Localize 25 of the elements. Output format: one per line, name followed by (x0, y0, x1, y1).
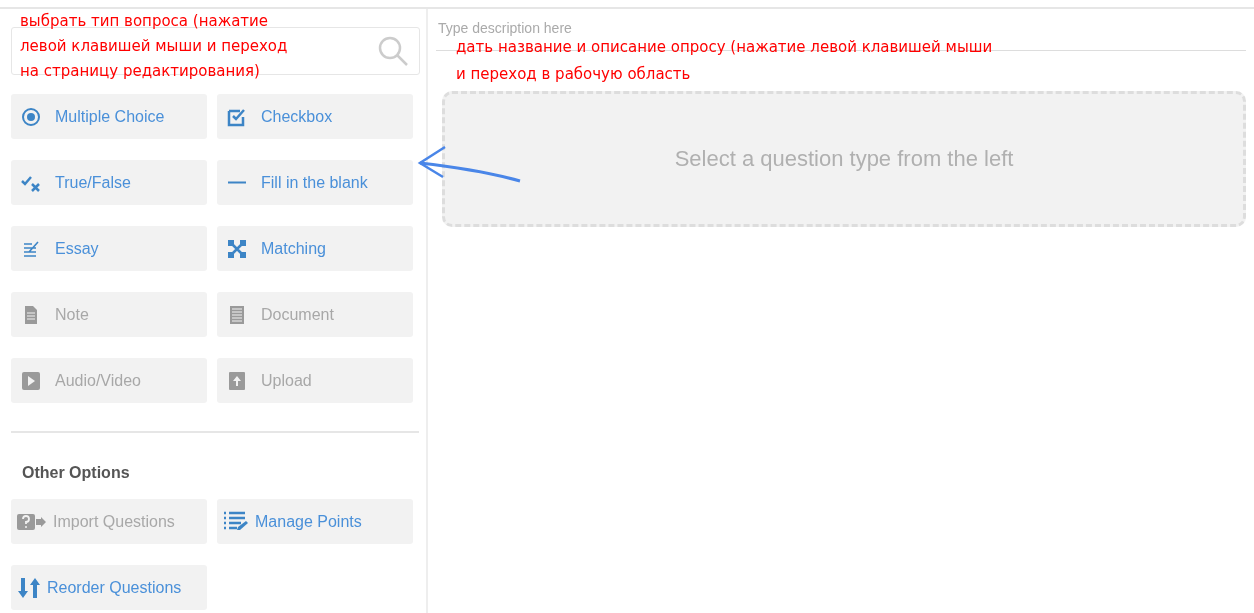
question-type-button[interactable]: Fill in the blank (217, 160, 413, 205)
document-icon (227, 304, 247, 325)
question-type-button[interactable]: Essay (11, 226, 207, 271)
option-button[interactable]: Manage Points (217, 499, 413, 544)
matching-icon (227, 238, 247, 259)
annotation-text: и переход в рабочую область (456, 64, 692, 85)
search-icon (377, 35, 409, 67)
annotation-text: левой клавишей мыши и переход (20, 36, 288, 57)
option-button[interactable]: Reorder Questions (11, 565, 207, 610)
annotation-text: на страницу редактирования) (20, 61, 261, 82)
question-arrow-icon (17, 511, 47, 532)
drop-zone-text: Select a question type from the left (674, 146, 1014, 172)
sort-arrows-icon (17, 576, 41, 599)
question-type-button[interactable]: True/False (11, 160, 207, 205)
question-type-button[interactable]: Matching (217, 226, 413, 271)
section-heading: Other Options (22, 464, 131, 482)
question-type-button[interactable]: Checkbox (217, 94, 413, 139)
annotation-text: выбрать тип вопроса (нажатие (20, 11, 270, 32)
blank-icon (227, 181, 247, 184)
list-icon (223, 510, 249, 533)
media-icon (21, 370, 41, 391)
annotation-text: дать название и описание опросу (нажатие левой клавишей мыши (456, 37, 993, 58)
question-type-button[interactable]: Multiple Choice (11, 94, 207, 139)
upload-icon (227, 370, 247, 391)
radio-icon (21, 106, 41, 127)
